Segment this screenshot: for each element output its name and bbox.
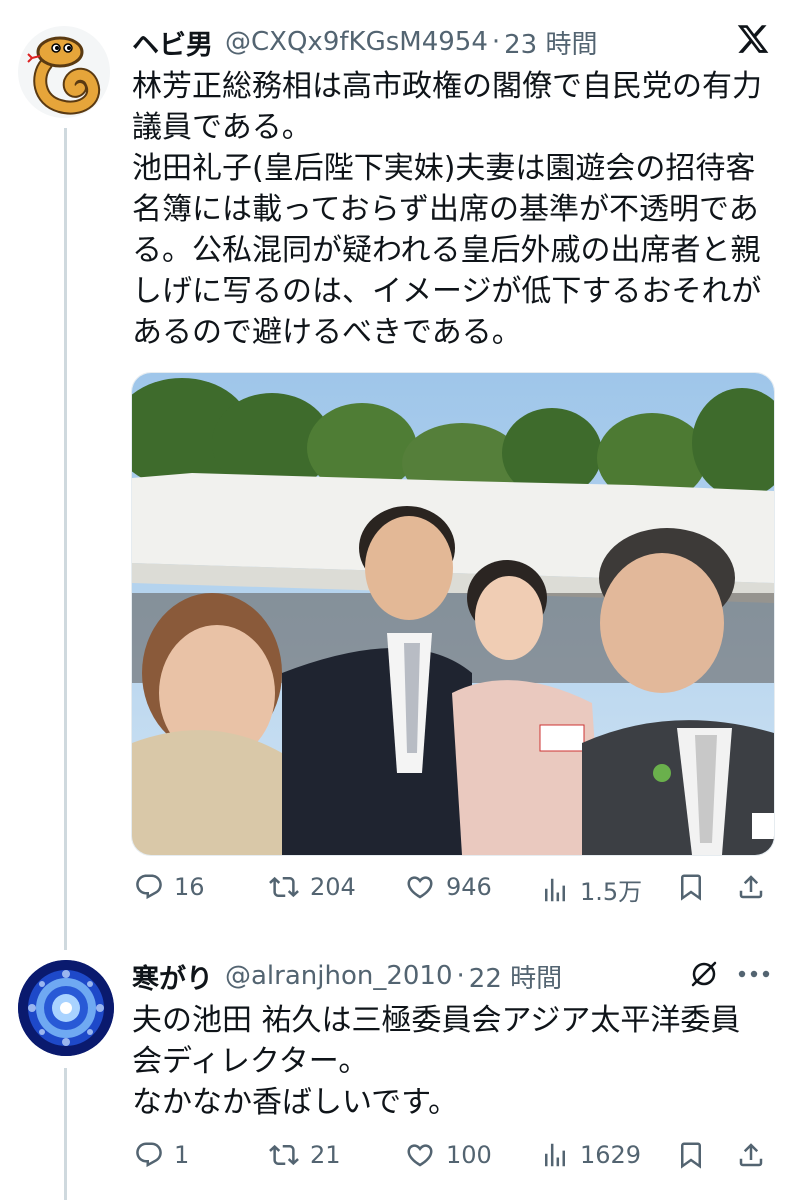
repost-count: 204 xyxy=(310,873,356,901)
views-icon xyxy=(545,1143,565,1167)
separator-dot: · xyxy=(491,27,501,57)
tweet-header: ヘビ男 @CXQx9fKGsM4954 · 23 時間 xyxy=(132,22,597,62)
separator-dot: · xyxy=(456,961,465,991)
like-icon xyxy=(407,1144,433,1167)
like-button[interactable]: 946 xyxy=(404,872,492,902)
avatar[interactable] xyxy=(18,26,110,118)
x-logo-icon[interactable] xyxy=(736,22,770,56)
more-icon[interactable] xyxy=(736,966,772,982)
thread-line-top xyxy=(64,128,67,950)
grok-icon[interactable] xyxy=(688,958,720,990)
views-count: 1629 xyxy=(580,1141,642,1169)
tweet-photo[interactable] xyxy=(131,372,775,856)
views-icon xyxy=(545,878,565,901)
reply-icon xyxy=(136,874,162,900)
snake-avatar-icon xyxy=(27,36,101,115)
repost-icon xyxy=(269,876,299,898)
repost-button[interactable]: 204 xyxy=(268,872,356,902)
share-button[interactable] xyxy=(736,1140,766,1170)
views-button[interactable]: 1629 xyxy=(540,1140,641,1170)
share-icon xyxy=(739,875,763,899)
tweet-body: 林芳正総務相は高市政権の閣僚で自民党の有力 議員である。 池田礼子(皇后陛下実妹… xyxy=(132,69,762,350)
like-button[interactable]: 100 xyxy=(404,1140,492,1170)
share-button[interactable] xyxy=(736,872,766,902)
like-count: 946 xyxy=(446,873,492,901)
repost-count: 21 xyxy=(310,1141,341,1169)
reply-button[interactable]: 1 xyxy=(134,1140,189,1170)
like-icon xyxy=(407,876,433,899)
views-button[interactable]: 1.5万 xyxy=(540,872,642,907)
user-handle[interactable]: @alranjhon_2010 xyxy=(225,961,453,991)
views-count: 1.5万 xyxy=(580,878,643,906)
reply-count: 16 xyxy=(174,873,205,901)
repost-button[interactable]: 21 xyxy=(268,1140,341,1170)
tweet-header: 寒がり @alranjhon_2010 · 22 時間 xyxy=(132,956,562,996)
bookmark-icon xyxy=(681,1142,701,1169)
timestamp[interactable]: 22 時間 xyxy=(469,958,562,995)
bookmark-button[interactable] xyxy=(676,872,706,902)
repost-icon xyxy=(269,1144,299,1166)
group-photo-image xyxy=(132,373,774,855)
timestamp[interactable]: 23 時間 xyxy=(504,24,597,61)
share-icon xyxy=(739,1143,763,1167)
user-handle[interactable]: @CXQx9fKGsM4954 xyxy=(225,27,488,57)
mandala-avatar-icon xyxy=(18,960,114,1056)
bookmark-button[interactable] xyxy=(676,1140,706,1170)
reply-icon xyxy=(136,1142,162,1168)
avatar[interactable] xyxy=(18,960,114,1056)
reply-count: 1 xyxy=(174,1141,190,1169)
display-name[interactable]: ヘビ男 xyxy=(132,23,213,62)
bookmark-icon xyxy=(681,874,701,901)
thread-line-bottom xyxy=(64,1068,67,1200)
like-count: 100 xyxy=(446,1141,492,1169)
reply-button[interactable]: 16 xyxy=(134,872,205,902)
tweet-body: 夫の池田 祐久は三極委員会アジア太平洋委員 会ディレクター。 なかなか香ばしいで… xyxy=(132,1003,741,1120)
display-name[interactable]: 寒がり xyxy=(132,957,213,996)
